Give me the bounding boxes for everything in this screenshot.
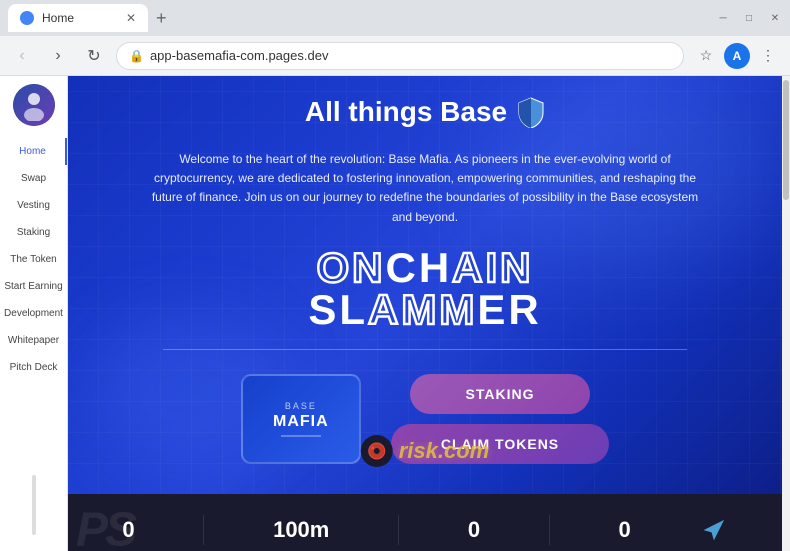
sidebar-item-earning-label: Start Earning xyxy=(4,281,62,292)
maximize-button[interactable]: □ xyxy=(742,11,756,25)
sidebar-item-whitepaper[interactable]: Whitepaper xyxy=(0,327,67,354)
sidebar-item-dev-label: Development xyxy=(4,308,63,319)
onchain-logo-line2: SLAMMER xyxy=(308,289,541,331)
window-controls: ─ □ ✕ xyxy=(716,11,782,25)
stat-divider-2 xyxy=(398,515,399,545)
watermark-icon xyxy=(361,435,393,467)
onchain-slammer-logo: ONCHAIN SLAMMER xyxy=(308,247,541,331)
sidebar-logo-image xyxy=(13,84,55,126)
reload-button[interactable]: ↻ xyxy=(80,42,108,70)
sidebar: Home Swap Vesting Staking The Token Star… xyxy=(0,76,68,551)
send-icon[interactable] xyxy=(700,516,728,544)
nav-bar: ‹ › ↻ 🔒 app-basemafia-com.pages.dev ☆ A … xyxy=(0,36,790,76)
watermark-text: risk.com xyxy=(399,438,490,464)
watermark-container: risk.com xyxy=(361,435,490,467)
base-mafia-badge: BASE MAFIA xyxy=(241,374,361,464)
scrollbar-track[interactable] xyxy=(782,76,790,551)
hero-description: Welcome to the heart of the revolution: … xyxy=(145,150,705,227)
sidebar-item-home-label: Home xyxy=(19,146,46,157)
tab-title: Home xyxy=(42,11,74,25)
url-text: app-basemafia-com.pages.dev xyxy=(150,48,671,63)
bookmark-button[interactable]: ☆ xyxy=(692,42,720,70)
content-area: Home Swap Vesting Staking The Token Star… xyxy=(0,76,790,551)
close-button[interactable]: ✕ xyxy=(768,11,782,25)
stat-value-0: 0 xyxy=(122,517,134,543)
minimize-button[interactable]: ─ xyxy=(716,11,730,25)
sidebar-logo xyxy=(13,84,55,126)
secure-icon: 🔒 xyxy=(129,49,144,63)
stat-item-3: 0 xyxy=(619,517,631,543)
forward-button[interactable]: › xyxy=(44,42,72,70)
sidebar-item-the-token[interactable]: The Token xyxy=(0,246,67,273)
hero-divider xyxy=(163,349,686,350)
tab-close-button[interactable]: ✕ xyxy=(126,11,136,25)
stat-item-0: 0 xyxy=(122,517,134,543)
hero-title: All things Base xyxy=(305,96,545,128)
stat-value-3: 0 xyxy=(619,517,631,543)
profile-button[interactable]: A xyxy=(724,43,750,69)
stat-value-1: 100m xyxy=(273,517,329,543)
sidebar-item-vesting-label: Vesting xyxy=(17,200,50,211)
nav-right-controls: ☆ A ⋮ xyxy=(692,42,782,70)
staking-button[interactable]: STAKING xyxy=(410,374,590,414)
stats-bar: PS 0 100m 0 0 xyxy=(68,494,782,551)
sidebar-item-development[interactable]: Development xyxy=(0,300,67,327)
hero-section: All things Base Welcome to the heart of … xyxy=(68,76,782,494)
sidebar-item-staking-label: Staking xyxy=(17,227,50,238)
sidebar-item-home[interactable]: Home xyxy=(0,138,67,165)
sidebar-item-swap-label: Swap xyxy=(21,173,46,184)
menu-button[interactable]: ⋮ xyxy=(754,42,782,70)
sidebar-nav: Home Swap Vesting Staking The Token Star… xyxy=(0,138,67,381)
shield-icon xyxy=(517,96,545,128)
main-content: All things Base Welcome to the heart of … xyxy=(68,76,782,551)
title-bar: Home ✕ + ─ □ ✕ xyxy=(0,0,790,36)
sidebar-item-pitch-label: Pitch Deck xyxy=(10,362,58,373)
base-mafia-bottom: MAFIA xyxy=(273,413,329,431)
browser-tab[interactable]: Home ✕ xyxy=(8,4,148,32)
address-bar[interactable]: 🔒 app-basemafia-com.pages.dev xyxy=(116,42,684,70)
sidebar-item-whitepaper-label: Whitepaper xyxy=(8,335,59,346)
stat-item-2: 0 xyxy=(468,517,480,543)
sidebar-scrollbar[interactable] xyxy=(32,475,36,535)
sidebar-item-staking[interactable]: Staking xyxy=(0,219,67,246)
onchain-logo-line1: ONCHAIN xyxy=(308,247,541,289)
scrollbar-thumb[interactable] xyxy=(783,80,789,200)
hero-title-text: All things Base xyxy=(305,96,507,128)
stat-divider-1 xyxy=(203,515,204,545)
sidebar-item-start-earning[interactable]: Start Earning xyxy=(0,273,67,300)
stats-items: 0 100m 0 0 xyxy=(88,515,762,545)
stat-value-2: 0 xyxy=(468,517,480,543)
tab-favicon xyxy=(20,11,34,25)
stat-item-1: 100m xyxy=(273,517,329,543)
back-button[interactable]: ‹ xyxy=(8,42,36,70)
new-tab-button[interactable]: + xyxy=(156,9,167,27)
base-mafia-top: BASE xyxy=(285,401,317,411)
sidebar-item-token-label: The Token xyxy=(10,254,57,265)
sidebar-item-vesting[interactable]: Vesting xyxy=(0,192,67,219)
browser-frame: Home ✕ + ─ □ ✕ ‹ › ↻ 🔒 app-basemafia-com… xyxy=(0,0,790,551)
stat-divider-3 xyxy=(549,515,550,545)
sidebar-item-pitch-deck[interactable]: Pitch Deck xyxy=(0,354,67,381)
sidebar-item-swap[interactable]: Swap xyxy=(0,165,67,192)
